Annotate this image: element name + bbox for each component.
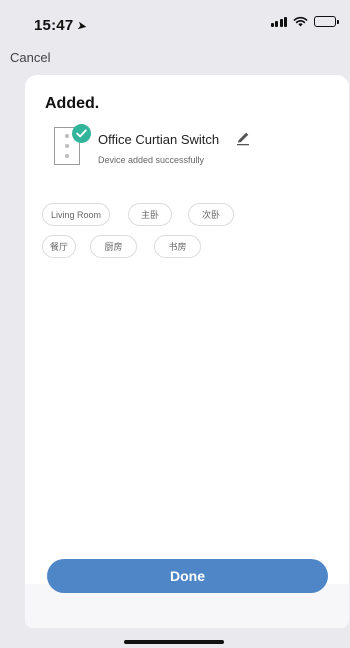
device-added-card: Added. Office Curtian Switch Device adde… (25, 75, 349, 628)
room-chip[interactable]: Living Room (42, 203, 110, 226)
home-indicator[interactable] (124, 640, 224, 644)
edit-pencil-icon[interactable] (235, 130, 251, 146)
check-icon (72, 124, 91, 143)
cancel-button[interactable]: Cancel (10, 50, 50, 65)
device-name: Office Curtian Switch (98, 132, 220, 147)
status-icons (270, 16, 339, 27)
device-status: Device added successfully (98, 155, 205, 165)
done-button[interactable]: Done (47, 559, 328, 593)
page-title: Added. (45, 95, 100, 112)
wifi-icon (293, 16, 308, 27)
room-chip[interactable]: 厨房 (90, 235, 137, 258)
status-time: 15:47 ➤ (34, 17, 89, 34)
room-chip[interactable]: 餐厅 (42, 235, 76, 258)
device-row: Office Curtian Switch Device added succe… (49, 124, 329, 168)
battery-icon (314, 16, 339, 27)
room-chip[interactable]: 书房 (154, 235, 201, 258)
room-chip[interactable]: 主卧 (128, 203, 172, 226)
status-bar: 15:47 ➤ (0, 0, 350, 44)
room-chip[interactable]: 次卧 (188, 203, 234, 226)
status-time-text: 15:47 (34, 17, 74, 34)
location-icon: ➤ (76, 18, 89, 34)
signal-icon (270, 16, 287, 27)
